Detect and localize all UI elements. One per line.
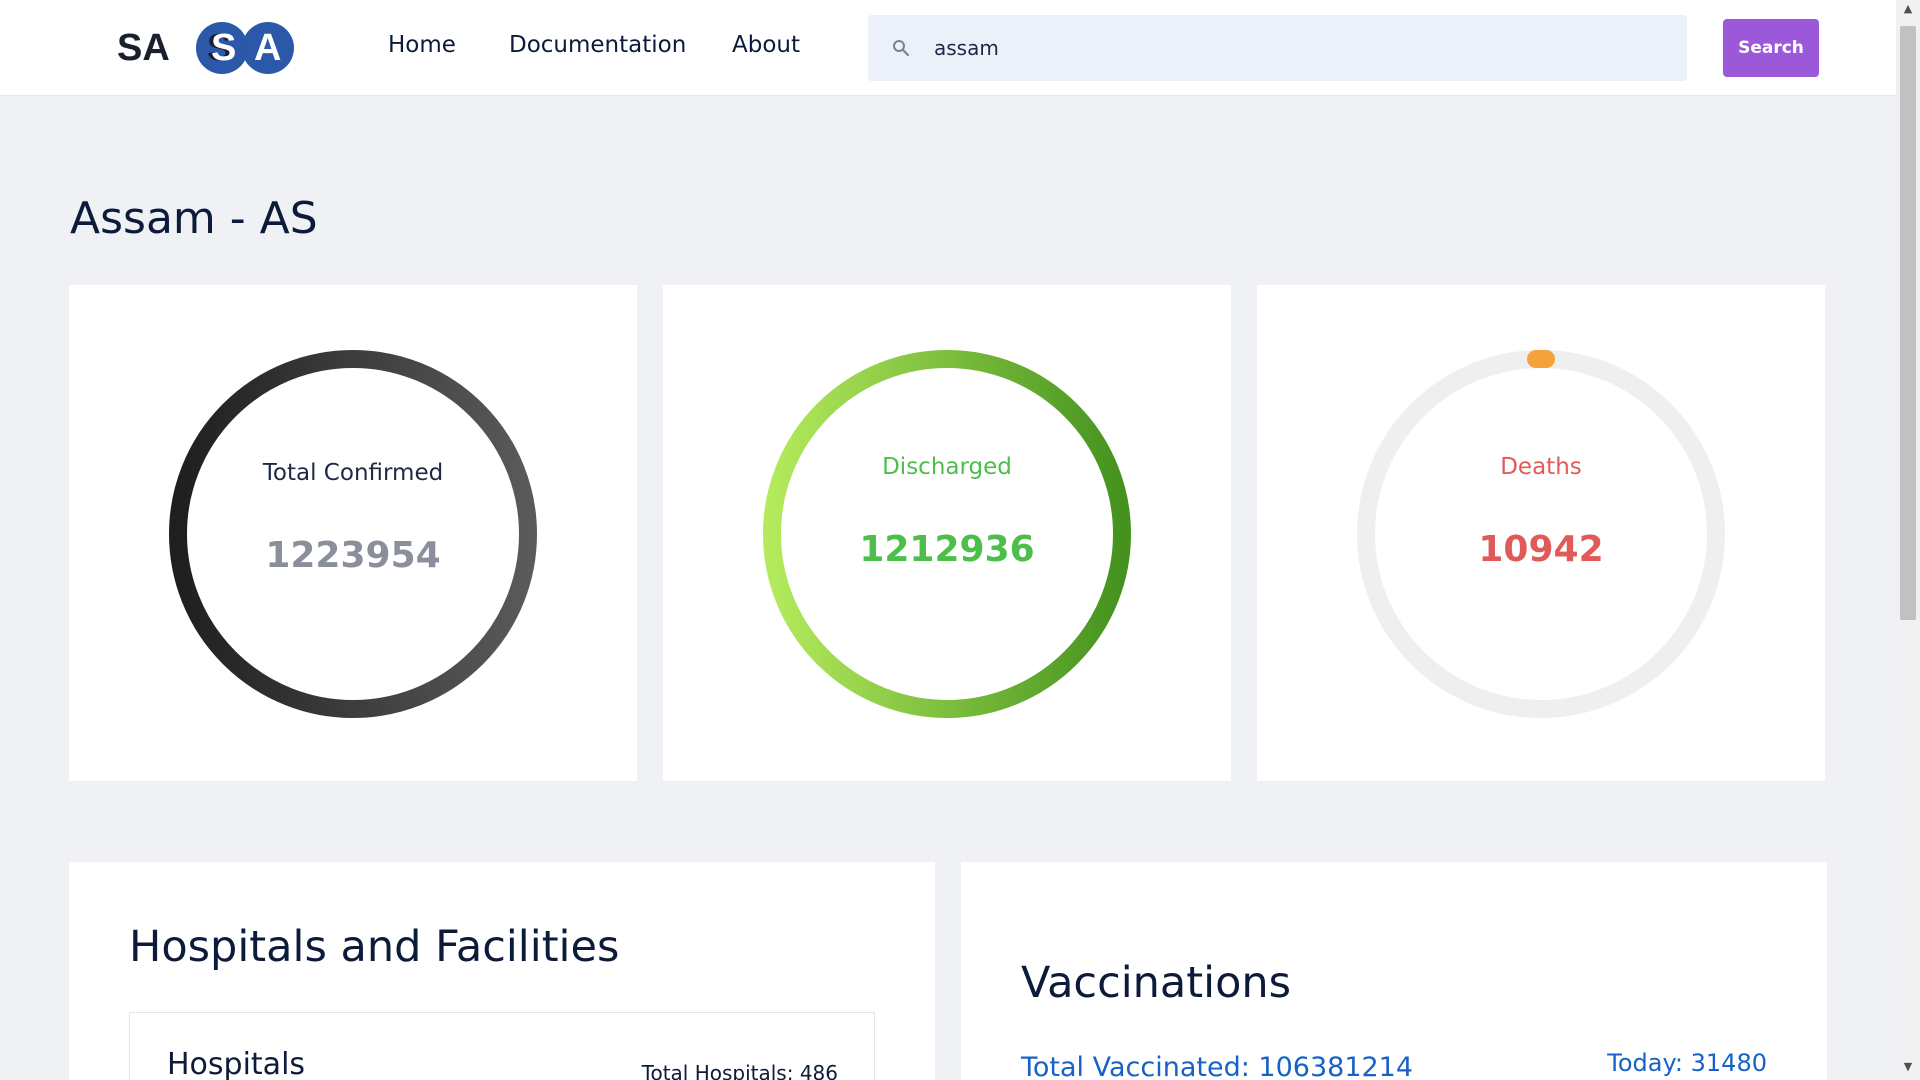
deaths-value: 10942 — [1478, 529, 1604, 570]
scroll-down-arrow-icon[interactable]: ▼ — [1896, 1060, 1920, 1078]
page-scrollbar[interactable]: ▲ ▼ — [1896, 0, 1920, 1080]
nav-home-link[interactable]: Home — [388, 32, 456, 58]
svg-text:SA: SA — [117, 27, 170, 69]
top-navbar: SA S S A Home Documentation About Search — [0, 0, 1896, 96]
search-input[interactable] — [934, 31, 1634, 65]
nav-documentation-link[interactable]: Documentation — [509, 32, 686, 58]
discharged-value: 1212936 — [859, 529, 1035, 570]
total-vaccinated: Total Vaccinated: 106381214 — [1021, 1052, 1414, 1080]
svg-text:S: S — [211, 27, 236, 69]
vaccinated-today: Today: 31480 — [1607, 1049, 1767, 1077]
hospitals-panel: Hospitals and Facilities Hospitals Total… — [69, 862, 935, 1080]
deaths-label: Deaths — [1500, 454, 1582, 480]
svg-text:A: A — [254, 27, 281, 69]
confirmed-value: 1223954 — [265, 535, 441, 576]
confirmed-card: Total Confirmed 1223954 — [69, 285, 637, 781]
hospitals-heading: Hospitals and Facilities — [129, 922, 620, 972]
scroll-up-arrow-icon[interactable]: ▲ — [1896, 2, 1920, 20]
vaccinations-heading: Vaccinations — [1021, 958, 1292, 1008]
hospitals-subheading: Hospitals — [167, 1047, 306, 1080]
search-bar — [868, 15, 1687, 81]
search-button[interactable]: Search — [1723, 19, 1819, 77]
discharged-card: Discharged 1212936 — [663, 285, 1231, 781]
page-title: Assam - AS — [70, 193, 318, 244]
total-hospitals: Total Hospitals: 486 — [641, 1061, 838, 1080]
search-icon — [892, 39, 910, 57]
sasa-logo[interactable]: SA S S A — [117, 18, 297, 78]
nav-about-link[interactable]: About — [732, 32, 800, 58]
confirmed-ring — [169, 350, 537, 718]
hospitals-summary-box: Hospitals Total Hospitals: 486 — [129, 1012, 875, 1080]
scroll-thumb[interactable] — [1900, 26, 1916, 620]
discharged-label: Discharged — [882, 454, 1012, 480]
confirmed-label: Total Confirmed — [262, 460, 444, 486]
deaths-card: Deaths 10942 — [1257, 285, 1825, 781]
vaccinations-panel: Vaccinations Total Vaccinated: 106381214… — [961, 862, 1827, 1080]
